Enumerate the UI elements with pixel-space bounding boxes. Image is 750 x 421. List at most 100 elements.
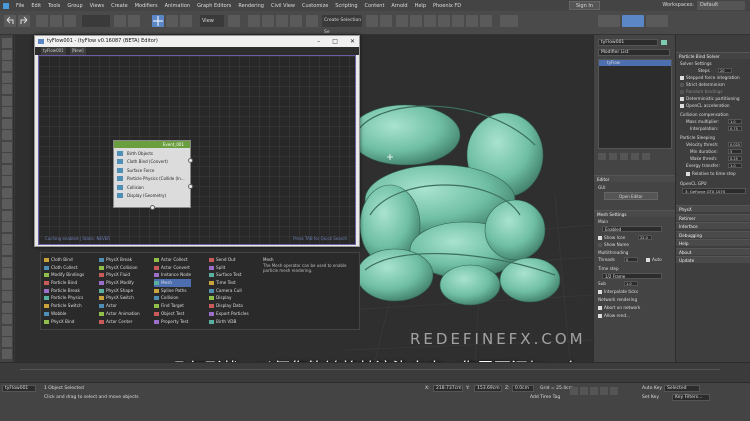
modifier-stack[interactable]: tyFlow: [598, 59, 672, 149]
ribbon-tool-icon[interactable]: [2, 291, 12, 301]
operator-row[interactable]: Surface Force: [117, 167, 154, 174]
tyflow-editor-window[interactable]: tyFlow001 - (tyFlow v0.16087 (BETA) Edit…: [34, 35, 360, 247]
interpolation-spinner[interactable]: 0.75: [728, 126, 742, 131]
maxscript-listener-field[interactable]: tyFlow001: [2, 385, 36, 392]
energy-transfer-spinner[interactable]: 1.0: [728, 163, 742, 168]
interpolate-checkbox[interactable]: Interpolate ticks: [598, 289, 638, 294]
auto-checkbox[interactable]: Auto: [646, 257, 662, 262]
allow-rendering-checkbox[interactable]: Allow rend...: [598, 313, 630, 318]
redo-icon[interactable]: [18, 15, 30, 27]
tab-new[interactable]: [New]: [69, 47, 86, 55]
reference-coord-dropdown[interactable]: View: [200, 15, 224, 27]
menu-item-rendering[interactable]: Rendering: [238, 3, 264, 9]
random-bindings-checkbox[interactable]: Random bindings: [680, 89, 722, 94]
select-rotate-icon[interactable]: [166, 15, 178, 27]
create-panel-tab[interactable]: [598, 15, 620, 27]
palette-operator-display-data[interactable]: Display Data: [209, 302, 249, 310]
hierarchy-panel-tab[interactable]: [646, 15, 668, 27]
palette-operator-particle-break[interactable]: Particle Break: [44, 287, 84, 295]
snaps-toggle-icon[interactable]: [248, 15, 260, 27]
ribbon-tool-icon[interactable]: [2, 49, 12, 60]
menu-item-scripting[interactable]: Scripting: [335, 3, 357, 9]
ribbon-tool-icon[interactable]: [2, 176, 12, 186]
select-by-name-icon[interactable]: [128, 15, 140, 27]
menu-item-views[interactable]: Views: [90, 3, 104, 9]
ribbon-tool-icon[interactable]: [2, 256, 12, 267]
select-move-icon[interactable]: [152, 15, 164, 27]
ribbon-tool-icon[interactable]: [2, 199, 12, 209]
ribbon-tool-icon[interactable]: [2, 222, 12, 232]
palette-operator-display[interactable]: Display: [209, 294, 249, 302]
close-icon[interactable]: ✕: [350, 36, 355, 47]
rollout-debugging[interactable]: Debugging: [676, 230, 750, 238]
minimize-icon[interactable]: –: [317, 36, 320, 47]
x-coordinate-field[interactable]: 218.737cm: [433, 385, 463, 392]
palette-operator-physx-switch[interactable]: PhysX Switch: [99, 294, 140, 302]
time-slider-track[interactable]: [20, 369, 720, 370]
palette-operator-actor[interactable]: Actor: [99, 302, 140, 310]
operator-row[interactable]: Collision: [117, 184, 144, 191]
palette-operator-instance-node[interactable]: Instance Node: [154, 271, 191, 279]
object-color-swatch[interactable]: [661, 40, 667, 45]
palette-operator-physx-bind[interactable]: PhysX Bind: [44, 318, 84, 326]
threads-spinner[interactable]: 0: [624, 257, 638, 262]
steps-spinner[interactable]: 20: [718, 68, 732, 73]
palette-operator-particle-switch[interactable]: Particle Switch: [44, 302, 84, 310]
palette-operator-particle-physics[interactable]: Particle Physics: [44, 294, 84, 302]
show-icon-checkbox[interactable]: Show Icon: [598, 235, 625, 240]
layer-explorer-icon[interactable]: [396, 15, 408, 27]
operator-row[interactable]: Display (Geometry): [117, 192, 166, 199]
ribbon-tool-icon[interactable]: [2, 61, 12, 71]
angle-snap-icon[interactable]: [262, 15, 274, 27]
ribbon-tool-icon[interactable]: [2, 141, 12, 152]
ribbon-tool-icon[interactable]: [2, 38, 12, 48]
undo-icon[interactable]: [4, 15, 16, 27]
mass-multiplier-spinner[interactable]: 1.0: [728, 119, 742, 124]
event-node-header[interactable]: Event_001: [114, 141, 190, 148]
event-node[interactable]: Event_001 Birth Objects Cloth Bind (Conv…: [113, 140, 193, 210]
percent-snap-icon[interactable]: [276, 15, 288, 27]
time-step-dropdown[interactable]: 1/2 Frame: [602, 273, 662, 279]
show-end-result-icon[interactable]: [609, 153, 617, 160]
schematic-view-icon[interactable]: [424, 15, 436, 27]
ribbon-tool-icon[interactable]: [2, 130, 12, 140]
rollout-retimer[interactable]: Retimer: [676, 213, 750, 221]
palette-operator-physx-modify[interactable]: PhysX Modify: [99, 279, 140, 287]
ribbon-tool-icon[interactable]: [2, 325, 12, 336]
y-coordinate-field[interactable]: 153.69cm: [474, 385, 502, 392]
rollout-physx[interactable]: PhysX: [676, 205, 750, 212]
arnold-icon[interactable]: [500, 15, 518, 27]
velocity-thresh-spinner[interactable]: 0.025: [728, 142, 742, 147]
editor-rollout[interactable]: Editor: [594, 175, 675, 182]
sub-spinner[interactable]: 1.0: [624, 281, 638, 286]
edit-named-selection-icon[interactable]: [306, 15, 318, 27]
pivot-icon[interactable]: [228, 15, 240, 27]
menu-item-content[interactable]: Content: [365, 3, 385, 9]
show-name-checkbox[interactable]: Show Name: [598, 242, 629, 247]
modify-panel-tab[interactable]: [622, 15, 644, 27]
named-selection-dropdown[interactable]: Create Selection Se: [322, 15, 362, 35]
ribbon-tool-icon[interactable]: [2, 268, 12, 278]
ribbon-tool-icon[interactable]: [2, 118, 12, 129]
stack-item-tyflow[interactable]: tyFlow: [599, 60, 671, 66]
ribbon-tool-icon[interactable]: [2, 164, 12, 175]
rollout-interface[interactable]: Interface: [676, 222, 750, 229]
pin-stack-icon[interactable]: [598, 153, 606, 160]
add-time-tag-button[interactable]: Add Time Tag: [530, 395, 560, 400]
palette-operator-split[interactable]: Split: [209, 264, 249, 272]
maximize-icon[interactable]: □: [332, 36, 338, 47]
link-icon[interactable]: [36, 15, 48, 27]
key-filters-button[interactable]: Key Filters...: [672, 394, 710, 401]
menu-item-create[interactable]: Create: [111, 3, 128, 9]
menu-item-customize[interactable]: Customize: [302, 3, 328, 9]
palette-operator-spline-paths[interactable]: Spline Paths: [154, 287, 191, 295]
go-to-end-icon[interactable]: [610, 387, 618, 395]
opencl-gpu-dropdown[interactable]: 3: GeForce GTX 1070: [682, 188, 746, 194]
menu-item-arnold[interactable]: Arnold: [391, 3, 407, 9]
ribbon-tool-icon[interactable]: [2, 84, 12, 94]
palette-operator-collision[interactable]: Collision: [154, 294, 191, 302]
curve-editor-icon[interactable]: [410, 15, 422, 27]
select-object-icon[interactable]: [114, 15, 126, 27]
ribbon-tool-icon[interactable]: [2, 245, 12, 255]
palette-operator-surface-test[interactable]: Surface Test: [209, 271, 249, 279]
